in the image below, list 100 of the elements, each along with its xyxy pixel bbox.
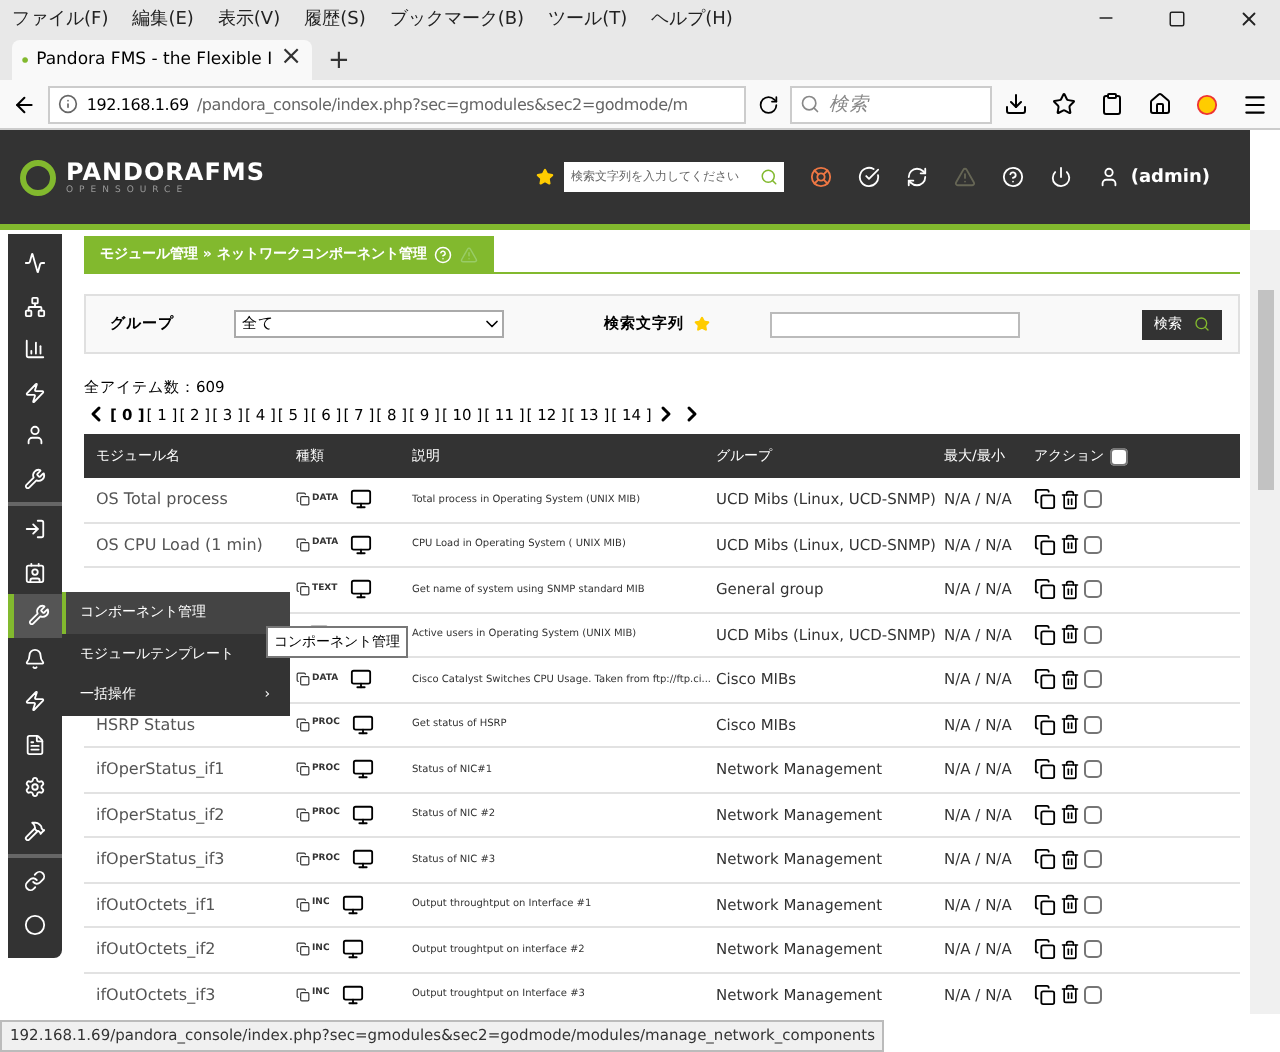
sidebar-icon[interactable]: [24, 647, 46, 670]
row-checkbox[interactable]: [1084, 850, 1102, 869]
menu-item[interactable]: 編集(E): [132, 5, 194, 31]
menu-item[interactable]: ブックマーク(B): [389, 5, 525, 31]
monitor-icon: [351, 713, 374, 736]
row-checkbox[interactable]: [1084, 895, 1102, 914]
menu-icon[interactable]: [1242, 91, 1268, 117]
row-checkbox[interactable]: [1084, 535, 1102, 554]
sidebar-icon[interactable]: [24, 561, 46, 584]
copy-icon[interactable]: [1034, 533, 1056, 556]
sidebar-icon[interactable]: [24, 913, 46, 936]
monitor-icon: [351, 848, 374, 871]
search-placeholder: 検索: [828, 91, 869, 117]
copy-icon[interactable]: [1034, 758, 1056, 781]
row-checkbox[interactable]: [1084, 940, 1102, 959]
menu-item[interactable]: 履歴(S): [304, 5, 366, 31]
copy-icon[interactable]: [1034, 893, 1056, 916]
tab-close[interactable]: ×: [280, 44, 302, 76]
logo-text: PANDORAFMS: [66, 158, 265, 186]
select-all-checkbox[interactable]: [1110, 447, 1128, 465]
check-icon[interactable]: [858, 166, 881, 188]
sidebar-icon[interactable]: [24, 733, 46, 756]
monitor-icon: [351, 803, 374, 826]
trash-icon[interactable]: [1060, 624, 1080, 645]
warning-icon: [460, 245, 479, 263]
row-checkbox[interactable]: [1084, 985, 1102, 1004]
menu-item[interactable]: ヘルプ(H): [651, 5, 733, 31]
back-icon[interactable]: [12, 91, 37, 117]
user-name[interactable]: (admin): [1130, 167, 1210, 187]
url-host: 192.168.1.69: [86, 95, 189, 113]
row-checkbox[interactable]: [1084, 490, 1102, 509]
monitor-icon: [350, 488, 373, 511]
sidebar-icon[interactable]: [24, 252, 46, 275]
maximize-icon[interactable]: [1168, 9, 1186, 27]
row-checkbox[interactable]: [1084, 715, 1102, 734]
address-bar[interactable]: 192.168.1.69 /pandora_console/index.php?sec=gmodules&sec2=godmode/m: [48, 85, 746, 123]
search-input[interactable]: [770, 311, 1020, 337]
menu-item[interactable]: ツール(T): [548, 5, 628, 31]
copy-icon[interactable]: [1034, 713, 1056, 736]
reload-icon[interactable]: [757, 93, 779, 115]
module-name: ifOperStatus_if2: [96, 805, 227, 824]
home-icon[interactable]: [1148, 92, 1172, 116]
menu-item[interactable]: 表示(V): [217, 5, 281, 31]
sidebar-icon[interactable]: [27, 604, 49, 627]
copy-icon[interactable]: [1034, 668, 1056, 691]
help-icon[interactable]: [1002, 166, 1025, 188]
module-name: ifOutOctets_if1: [96, 895, 218, 914]
scrollbar[interactable]: [1250, 230, 1280, 1014]
search-field[interactable]: 検索: [790, 85, 992, 123]
menu-item[interactable]: ファイル(F): [12, 5, 109, 31]
module-name: ifOutOctets_if2: [96, 940, 218, 959]
sidebar-icon[interactable]: [24, 424, 46, 447]
download-icon[interactable]: [1004, 92, 1028, 116]
trash-icon[interactable]: [1060, 759, 1080, 780]
copy-icon[interactable]: [1034, 578, 1056, 601]
sidebar-icon[interactable]: [24, 776, 46, 799]
copy-icon[interactable]: [1034, 983, 1056, 1006]
trash-icon[interactable]: [1060, 894, 1080, 915]
sidebar-icon[interactable]: [24, 381, 46, 404]
copy-icon[interactable]: [1034, 623, 1056, 646]
sidebar-icon[interactable]: [24, 870, 46, 893]
trash-icon[interactable]: [1060, 579, 1080, 600]
trash-icon[interactable]: [1060, 849, 1080, 870]
row-checkbox[interactable]: [1084, 670, 1102, 689]
new-tab-button[interactable]: +: [328, 48, 350, 80]
copy-icon[interactable]: [1034, 488, 1056, 511]
star-icon[interactable]: [1052, 92, 1076, 116]
refresh-icon[interactable]: [906, 166, 929, 188]
power-icon[interactable]: [1050, 166, 1073, 188]
lifebuoy-icon[interactable]: [810, 166, 833, 188]
module-name: OS Total process: [96, 490, 230, 509]
sidebar-icon[interactable]: [24, 819, 46, 842]
module-name: ifOperStatus_if1: [96, 760, 227, 779]
trash-icon[interactable]: [1060, 534, 1080, 555]
module-name: ifOutOctets_if3: [96, 985, 218, 1004]
trash-icon[interactable]: [1060, 939, 1080, 960]
user-icon[interactable]: [1098, 166, 1121, 188]
info-icon: [58, 94, 79, 114]
browser-tab[interactable]: Pandora FMS - the Flexible I ×: [12, 40, 312, 80]
copy-icon[interactable]: [1034, 803, 1056, 826]
sidebar-icon[interactable]: [24, 295, 46, 318]
monitor-icon: [351, 758, 374, 781]
module-name: ifOperStatus_if3: [96, 850, 227, 869]
trash-icon[interactable]: [1060, 804, 1080, 825]
trash-icon[interactable]: [1060, 714, 1080, 735]
copy-icon[interactable]: [1034, 938, 1056, 961]
trash-icon[interactable]: [1060, 669, 1080, 690]
trash-icon[interactable]: [1060, 984, 1080, 1005]
module-name: OS CPU Load (1 min): [96, 535, 265, 554]
copy-icon[interactable]: [1034, 848, 1056, 871]
row-checkbox[interactable]: [1084, 805, 1102, 824]
sidebar-icon[interactable]: [24, 338, 46, 361]
row-checkbox[interactable]: [1084, 760, 1102, 779]
trash-icon[interactable]: [1060, 489, 1080, 510]
sidebar-icon[interactable]: [24, 518, 46, 541]
row-checkbox[interactable]: [1084, 580, 1102, 599]
row-checkbox[interactable]: [1084, 625, 1102, 644]
sidebar-icon[interactable]: [24, 690, 46, 713]
sidebar-icon[interactable]: [24, 467, 46, 490]
close-icon[interactable]: [1238, 7, 1260, 29]
